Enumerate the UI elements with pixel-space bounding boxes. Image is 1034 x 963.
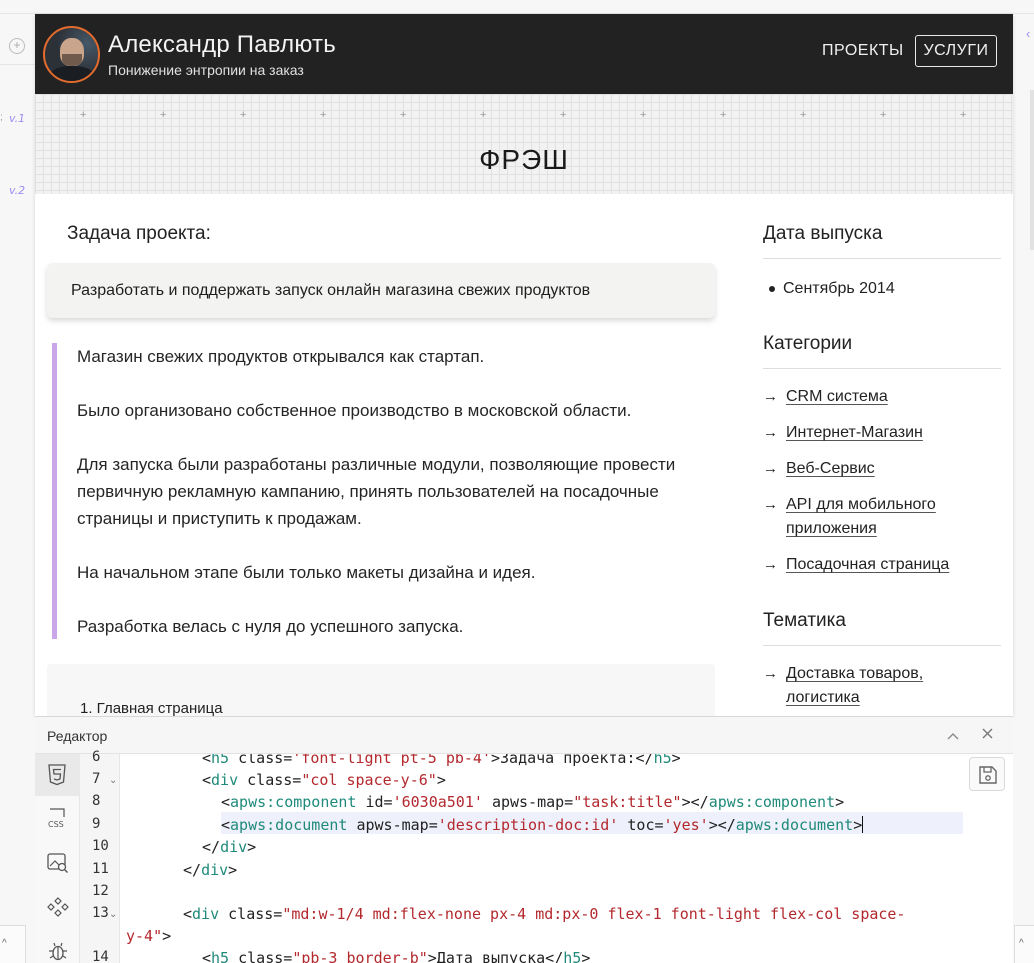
grid-plus-icon: + bbox=[480, 109, 487, 121]
grid-plus-icon: + bbox=[640, 109, 647, 121]
code-line[interactable]: <h5 class='font-light pt-5 pb-4'>Задача … bbox=[202, 754, 681, 767]
code-area[interactable]: <h5 class='font-light pt-5 pb-4'>Задача … bbox=[120, 754, 1013, 963]
grid-plus-icon: + bbox=[880, 109, 887, 121]
site-preview: Александр Павлють Понижение энтропии на … bbox=[35, 14, 1013, 716]
code-line-wrap[interactable]: y-4"> bbox=[126, 927, 171, 945]
plus-circle-icon[interactable]: + bbox=[9, 38, 25, 54]
save-button[interactable] bbox=[969, 757, 1005, 791]
components-icon[interactable] bbox=[35, 886, 80, 928]
grid-plus-icon: + bbox=[800, 109, 807, 121]
arrow-right-icon: → bbox=[763, 496, 778, 513]
nav-projects-link[interactable]: ПРОЕКТЫ bbox=[822, 42, 904, 60]
features-list: 1. Главная страница bbox=[47, 664, 715, 716]
avatar[interactable] bbox=[43, 26, 100, 83]
grid-plus-icon: + bbox=[560, 109, 567, 121]
code-line-active[interactable]: <apws:document apws-map='description-doc… bbox=[221, 816, 864, 834]
grid-plus-icon: + bbox=[80, 109, 87, 121]
description-paragraph: Магазин свежих продуктов открывался как … bbox=[77, 347, 485, 366]
code-line[interactable]: <h5 class="pb-3 border-b">Дата выпуска</… bbox=[202, 949, 590, 963]
grid-plus-icon: + bbox=[720, 109, 727, 121]
version-label[interactable]: v.2 bbox=[9, 184, 25, 197]
bug-icon[interactable] bbox=[35, 930, 80, 963]
site-name[interactable]: Александр Павлють bbox=[108, 31, 336, 59]
category-link[interactable]: → CRM система bbox=[763, 385, 1001, 409]
arrow-right-icon: → bbox=[763, 388, 778, 405]
divider bbox=[763, 645, 1001, 646]
site-tagline: Понижение энтропии на заказ bbox=[108, 62, 304, 78]
page-title: ФРЭШ bbox=[479, 144, 569, 175]
description-paragraph: Было организовано собственное производст… bbox=[77, 401, 632, 420]
arrow-right-icon: → bbox=[763, 424, 778, 441]
topics-heading: Тематика bbox=[763, 610, 846, 631]
divider bbox=[763, 258, 1001, 259]
line-number: 9 bbox=[92, 816, 101, 832]
task-heading[interactable]: Задача проекта: bbox=[67, 223, 211, 245]
version-label[interactable]: v.1 bbox=[9, 112, 25, 125]
description-paragraph: Для запуска были разработаны различные м… bbox=[77, 455, 676, 528]
svg-text:CSS: CSS bbox=[48, 820, 64, 829]
editor-mode-rail: CSS bbox=[35, 754, 80, 963]
categories-heading: Категории bbox=[763, 333, 853, 354]
css3-icon[interactable]: CSS bbox=[35, 798, 80, 840]
task-card[interactable]: Разработать и поддержать запуск онлайн м… bbox=[47, 263, 715, 318]
grid-plus-icon: + bbox=[400, 109, 407, 121]
divider bbox=[0, 64, 35, 65]
editor-header: Редактор bbox=[35, 717, 1013, 754]
topic-link[interactable]: → Доставка товаров, логистика bbox=[763, 662, 1001, 710]
hero-banner: + + + + + + + + + + + + ФРЭШ bbox=[35, 94, 1013, 194]
chevron-left-icon[interactable]: ‹ bbox=[1026, 26, 1030, 41]
divider bbox=[763, 368, 1001, 369]
description-paragraph: На начальном этапе были только макеты ди… bbox=[77, 563, 536, 582]
release-heading: Дата выпуска bbox=[763, 223, 883, 244]
site-header: Александр Павлють Понижение энтропии на … bbox=[35, 14, 1013, 94]
line-number: 12 bbox=[92, 883, 109, 899]
line-number: 11 bbox=[92, 861, 109, 877]
description-paragraph: Разработка велась с нуля до успешного за… bbox=[77, 617, 464, 636]
code-editor-panel: Редактор CSS 6 7 ⌄ 8 9 10 11 12 13 ⌄ 14 … bbox=[35, 716, 1013, 963]
nav-services-button[interactable]: УСЛУГИ bbox=[915, 35, 997, 67]
chevron-up-icon[interactable]: ^ bbox=[0, 925, 26, 963]
fold-chevron-icon[interactable]: ⌄ bbox=[109, 775, 117, 786]
chevron-up-icon[interactable] bbox=[943, 725, 963, 745]
code-line[interactable]: </div> bbox=[202, 838, 256, 856]
release-date-text: Сентябрь 2014 bbox=[783, 280, 895, 297]
close-icon[interactable] bbox=[977, 725, 997, 745]
background-topbar bbox=[0, 0, 1034, 14]
image-search-icon[interactable] bbox=[35, 842, 80, 884]
category-link[interactable]: → API для мобильного приложения bbox=[763, 493, 1001, 541]
grid-plus-icon: + bbox=[960, 109, 967, 121]
grid-plus-icon: + bbox=[160, 109, 167, 121]
code-line[interactable]: <apws:component id='6030a501' apws-map="… bbox=[221, 793, 844, 811]
background-left-panel bbox=[0, 14, 35, 963]
grid-plus-icon: + bbox=[320, 109, 327, 121]
text-caret bbox=[862, 816, 864, 833]
category-link[interactable]: → Интернет-Магазин bbox=[763, 421, 1001, 445]
scrollbar[interactable] bbox=[1030, 90, 1034, 250]
separator-glyph: ; bbox=[0, 112, 3, 123]
line-number: 14 bbox=[92, 949, 109, 963]
code-line[interactable]: <div class="md:w-1/4 md:flex-none px-4 m… bbox=[183, 905, 905, 923]
line-number-gutter: 6 7 ⌄ 8 9 10 11 12 13 ⌄ 14 bbox=[80, 749, 120, 963]
list-item: 1. Главная страница bbox=[80, 700, 223, 716]
html5-icon[interactable] bbox=[35, 754, 80, 796]
app-window: + ; v.1 v.2 ‹ ^ ^ Александр Павлють Пони… bbox=[0, 0, 1034, 963]
fold-chevron-icon[interactable]: ⌄ bbox=[109, 909, 117, 920]
arrow-right-icon: → bbox=[763, 665, 778, 682]
code-line[interactable]: <div class="col space-y-6"> bbox=[202, 771, 446, 789]
category-link[interactable]: → Посадочная страница bbox=[763, 553, 1001, 577]
task-text: Разработать и поддержать запуск онлайн м… bbox=[71, 282, 591, 299]
chevron-up-icon[interactable]: ^ bbox=[1014, 925, 1034, 963]
editor-title: Редактор bbox=[47, 728, 108, 744]
line-number: 8 bbox=[92, 793, 101, 809]
line-number: 10 bbox=[92, 838, 109, 854]
arrow-right-icon: → bbox=[763, 460, 778, 477]
category-link[interactable]: → Веб-Сервис bbox=[763, 457, 1001, 481]
release-date: Сентябрь 2014 bbox=[769, 280, 895, 298]
code-line[interactable]: </div> bbox=[183, 861, 237, 879]
save-icon bbox=[979, 766, 997, 784]
arrow-right-icon: → bbox=[763, 556, 778, 573]
line-number: 6 bbox=[92, 749, 101, 765]
grid-plus-icon: + bbox=[240, 109, 247, 121]
description-block[interactable]: Магазин свежих продуктов открывался как … bbox=[52, 343, 716, 639]
